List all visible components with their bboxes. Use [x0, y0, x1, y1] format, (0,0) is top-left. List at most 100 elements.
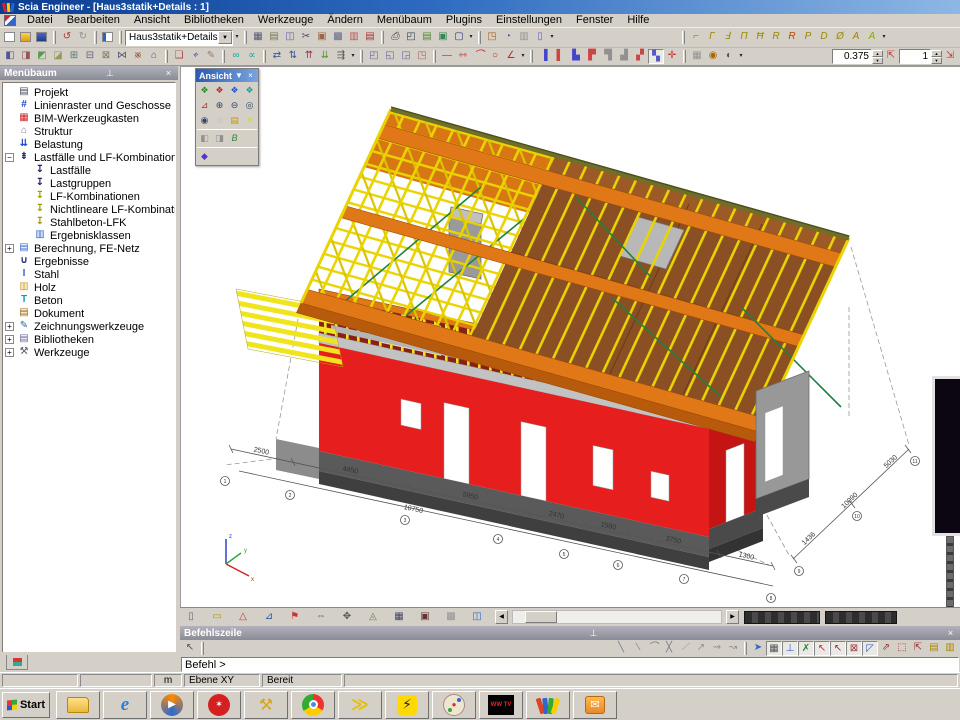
node-tool-icon[interactable] [34, 49, 50, 64]
tree-item-berechnung[interactable]: Berechnung, FE-Netz [5, 242, 175, 255]
dimension-dropdown-icon[interactable] [519, 49, 527, 64]
snap-ortho-icon[interactable] [862, 641, 878, 656]
menu-einstellungen[interactable]: Einstellungen [489, 14, 569, 27]
node-tool-icon[interactable] [2, 49, 18, 64]
angle-tool-icon[interactable] [503, 49, 519, 64]
zoom-out-icon[interactable] [227, 98, 242, 113]
beam-tool-icon[interactable] [848, 30, 864, 45]
snap-midpoint-icon[interactable] [830, 641, 846, 656]
tree-item-linienraster[interactable]: Linienraster und Geschosse [5, 99, 175, 112]
menu-bearbeiten[interactable]: Bearbeiten [60, 14, 127, 27]
menu-tree-tab[interactable] [6, 655, 28, 670]
view-z-icon[interactable] [242, 83, 257, 98]
scale-spinner[interactable]: 0.375 [832, 49, 872, 64]
quicklaunch-scia-engineer[interactable] [526, 691, 570, 719]
beam-tool-icon[interactable] [832, 30, 848, 45]
report-icon[interactable] [532, 30, 548, 45]
picture-icon[interactable] [435, 30, 451, 45]
photo-render-icon[interactable] [212, 131, 227, 146]
vp-axis-icon[interactable] [235, 610, 251, 625]
beam-tool-icon[interactable] [688, 30, 704, 45]
print-preview-icon[interactable] [403, 30, 419, 45]
tree-item-bim[interactable]: BIM-Werkzeugkasten [5, 112, 175, 125]
view-palette[interactable]: Ansicht ▼ × [195, 68, 259, 166]
zoom-doc-icon[interactable] [500, 30, 516, 45]
tree-item-stahlbeton-lfk[interactable]: Stahlbeton-LFK [5, 216, 175, 229]
status-plane[interactable]: Ebene XY [184, 674, 260, 687]
perspective-icon[interactable] [197, 149, 212, 164]
scale-spinner-arrows[interactable]: ▲▼ [872, 50, 883, 64]
tree-item-dokument[interactable]: Dokument [5, 307, 175, 320]
node-tool-icon[interactable] [130, 49, 146, 64]
member-edit-icon[interactable] [584, 49, 600, 64]
quicklaunch-chrome[interactable] [291, 691, 335, 719]
snap-lib-icon[interactable] [926, 641, 942, 656]
node-tool-icon[interactable] [114, 49, 130, 64]
save-icon[interactable] [34, 30, 50, 45]
node-tool-icon[interactable] [66, 49, 82, 64]
member-edit-icon[interactable] [552, 49, 568, 64]
pin-icon[interactable]: ⊥ [104, 68, 115, 79]
beam-tool-icon[interactable] [768, 30, 784, 45]
render-mode-icon[interactable] [721, 49, 737, 64]
toolbar-icon[interactable] [362, 30, 378, 45]
quicklaunch-wwitv[interactable]: WW TV [479, 691, 523, 719]
node-tool-icon[interactable] [146, 49, 162, 64]
scroll-left-icon[interactable]: ◀ [495, 610, 508, 624]
menu-menubaum[interactable]: Menübaum [370, 14, 439, 27]
dimension-tool-icon[interactable] [455, 49, 471, 64]
expand-icon[interactable] [5, 348, 14, 357]
vp-settings-icon[interactable] [339, 610, 355, 625]
render-dropdown-icon[interactable] [737, 49, 745, 64]
expand-icon[interactable] [5, 244, 14, 253]
menu-ansicht[interactable]: Ansicht [127, 14, 177, 27]
window-tool-icon[interactable] [382, 49, 398, 64]
window-tool-icon[interactable] [366, 49, 382, 64]
snap-list-icon[interactable] [942, 641, 958, 656]
window-tool-icon[interactable] [398, 49, 414, 64]
menu-tree[interactable]: Projekt Linienraster und Geschosse BIM-W… [2, 82, 176, 716]
close-icon[interactable]: × [163, 68, 174, 78]
open-icon[interactable] [18, 30, 34, 45]
toolbar-icon[interactable] [298, 30, 314, 45]
quicklaunch-quick-select[interactable]: ✶ [197, 691, 241, 719]
page-portrait-icon[interactable] [183, 610, 199, 625]
toolbar-icon[interactable] [250, 30, 266, 45]
window-tool-icon[interactable] [414, 49, 430, 64]
vp-table-icon[interactable] [391, 610, 407, 625]
dimension-tool-icon[interactable] [471, 49, 487, 64]
combo-dropdown-icon[interactable] [218, 31, 232, 44]
camera-icon[interactable] [705, 49, 721, 64]
export-icon[interactable] [484, 30, 500, 45]
gallery-icon[interactable] [419, 30, 435, 45]
snap-polar-icon[interactable] [878, 641, 894, 656]
member-edit-icon[interactable] [648, 49, 664, 64]
tree-item-bibliotheken[interactable]: Bibliotheken [5, 333, 175, 346]
tree-item-beton[interactable]: Beton [5, 294, 175, 307]
beam-tool-icon[interactable] [800, 30, 816, 45]
scroll-right-icon[interactable]: ▶ [726, 610, 739, 624]
undo-icon[interactable] [59, 30, 75, 45]
move-tool-icon[interactable] [285, 49, 301, 64]
tree-item-lastgruppen[interactable]: Lastgruppen [5, 177, 175, 190]
move-tool-icon[interactable] [333, 49, 349, 64]
quicklaunch-paint[interactable]: ● [432, 691, 476, 719]
print-dropdown-icon[interactable] [467, 30, 475, 45]
copy-tool-icon[interactable] [228, 49, 244, 64]
beam-tool-icon[interactable] [864, 30, 880, 45]
tree-item-lastfaelle-lfk[interactable]: Lastfälle und LF-Kombinationen [5, 151, 175, 164]
toolbar-icon[interactable] [282, 30, 298, 45]
view-y-icon[interactable] [227, 83, 242, 98]
node-tool-icon[interactable] [18, 49, 34, 64]
count-spinner[interactable]: 1 [899, 49, 931, 64]
grid-step-icon[interactable] [782, 641, 798, 656]
member-edit-icon[interactable] [616, 49, 632, 64]
select-tool-icon[interactable] [171, 49, 187, 64]
save-view-icon[interactable] [689, 49, 705, 64]
beam-tool-icon[interactable] [704, 30, 720, 45]
count-spinner-arrows[interactable]: ▲▼ [931, 50, 942, 64]
vp-grid-icon[interactable] [443, 610, 459, 625]
select-tool-icon[interactable] [203, 49, 219, 64]
quicklaunch-winamp[interactable]: ⚡ [385, 691, 429, 719]
member-edit-icon[interactable] [600, 49, 616, 64]
